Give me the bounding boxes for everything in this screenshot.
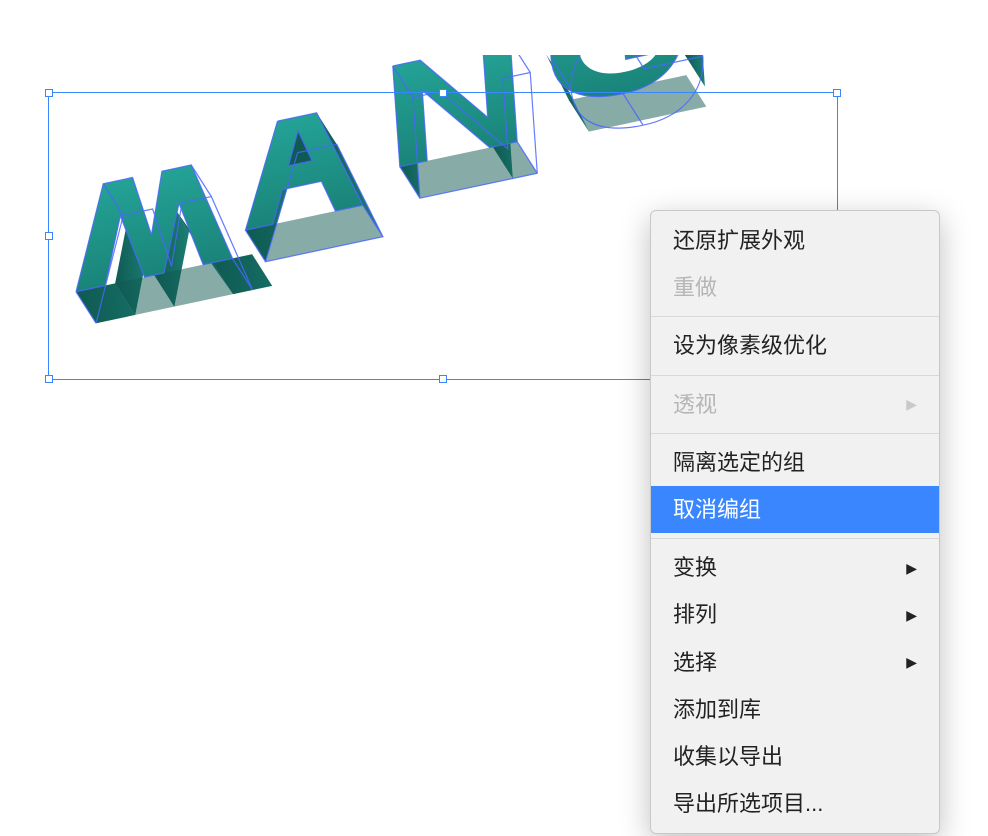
selection-handle-top-right[interactable] — [833, 89, 841, 97]
selection-handle-bottom-left[interactable] — [45, 375, 53, 383]
menu-item-11[interactable]: 导出所选项目... — [651, 780, 939, 827]
menu-item-10[interactable]: 收集以导出 — [651, 733, 939, 780]
menu-item-8[interactable]: 选择 ▶ — [651, 639, 939, 686]
menu-item-label: 添加到库 — [673, 692, 761, 727]
menu-separator — [651, 375, 939, 376]
menu-item-label: 取消编组 — [673, 492, 761, 527]
menu-item-label: 设为像素级优化 — [673, 328, 827, 363]
selection-handle-bottom-middle[interactable] — [439, 375, 447, 383]
menu-item-6[interactable]: 变换 ▶ — [651, 544, 939, 591]
menu-item-7[interactable]: 排列 ▶ — [651, 591, 939, 638]
menu-item-label: 重做 — [673, 270, 717, 305]
menu-item-9[interactable]: 添加到库 — [651, 686, 939, 733]
menu-separator — [651, 433, 939, 434]
menu-item-label: 排列 — [673, 597, 717, 632]
menu-item-0[interactable]: 还原扩展外观 — [651, 217, 939, 264]
selection-handle-top-middle[interactable] — [439, 89, 447, 97]
menu-item-3: 透视 ▶ — [651, 381, 939, 428]
submenu-arrow-icon: ▶ — [906, 557, 917, 579]
submenu-arrow-icon: ▶ — [906, 604, 917, 626]
canvas-area[interactable]: 还原扩展外观重做设为像素级优化透视 ▶ 隔离选定的组取消编组变换 ▶ 排列 ▶ 选择 ▶ 添加到… — [0, 0, 988, 836]
selection-handle-middle-left[interactable] — [45, 232, 53, 240]
menu-item-2[interactable]: 设为像素级优化 — [651, 322, 939, 369]
submenu-arrow-icon: ▶ — [906, 393, 917, 415]
menu-item-label: 隔离选定的组 — [673, 445, 805, 480]
menu-item-label: 透视 — [673, 387, 717, 422]
menu-item-1: 重做 — [651, 264, 939, 311]
submenu-arrow-icon: ▶ — [906, 651, 917, 673]
menu-item-4[interactable]: 隔离选定的组 — [651, 439, 939, 486]
menu-item-label: 收集以导出 — [673, 739, 783, 774]
menu-item-label: 变换 — [673, 550, 717, 585]
menu-item-label: 选择 — [673, 645, 717, 680]
menu-separator — [651, 316, 939, 317]
context-menu: 还原扩展外观重做设为像素级优化透视 ▶ 隔离选定的组取消编组变换 ▶ 排列 ▶ 选择 ▶ 添加到… — [650, 210, 940, 834]
selection-handle-top-left[interactable] — [45, 89, 53, 97]
menu-separator — [651, 538, 939, 539]
menu-item-label: 还原扩展外观 — [673, 223, 805, 258]
menu-item-5[interactable]: 取消编组 — [651, 486, 939, 533]
menu-item-label: 导出所选项目... — [673, 786, 823, 821]
